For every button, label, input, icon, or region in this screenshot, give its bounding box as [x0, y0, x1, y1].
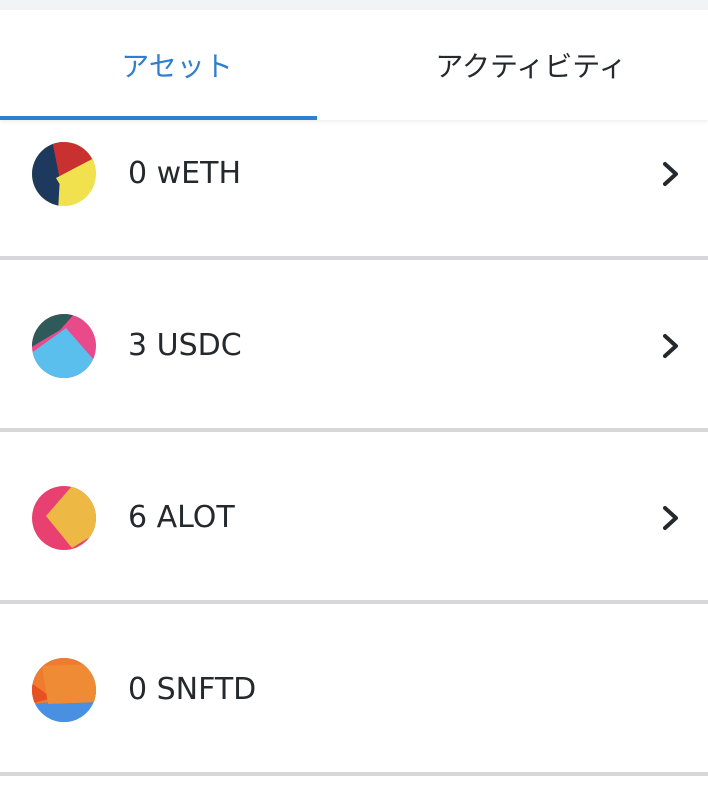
chevron-right-icon[interactable]: [660, 331, 682, 361]
tab-activity[interactable]: アクティビティ: [354, 10, 708, 120]
snftd-token-icon: [32, 658, 96, 722]
asset-row-snftd[interactable]: 0 SNFTD: [0, 604, 708, 776]
asset-row-usdc[interactable]: 3 USDC: [0, 260, 708, 432]
top-strip: [0, 0, 708, 10]
active-tab-indicator: [0, 116, 317, 120]
chevron-right-icon[interactable]: [660, 503, 682, 533]
asset-row-alot[interactable]: 6 ALOT: [0, 432, 708, 604]
weth-token-icon: [32, 142, 96, 206]
tab-assets[interactable]: アセット: [0, 10, 354, 120]
asset-label: 0 SNFTD: [128, 672, 257, 707]
alot-token-icon: [32, 486, 96, 550]
asset-label: 0 wETH: [128, 156, 241, 191]
asset-label: 3 USDC: [128, 328, 242, 363]
asset-row-weth[interactable]: 0 wETH: [0, 120, 708, 260]
usdc-token-icon: [32, 314, 96, 378]
asset-label: 6 ALOT: [128, 500, 235, 535]
chevron-right-icon[interactable]: [660, 159, 682, 189]
asset-list: 0 wETH 3 USDC 6 ALOT 0 SNFTD: [0, 120, 708, 776]
tab-bar: アセット アクティビティ: [0, 10, 708, 120]
